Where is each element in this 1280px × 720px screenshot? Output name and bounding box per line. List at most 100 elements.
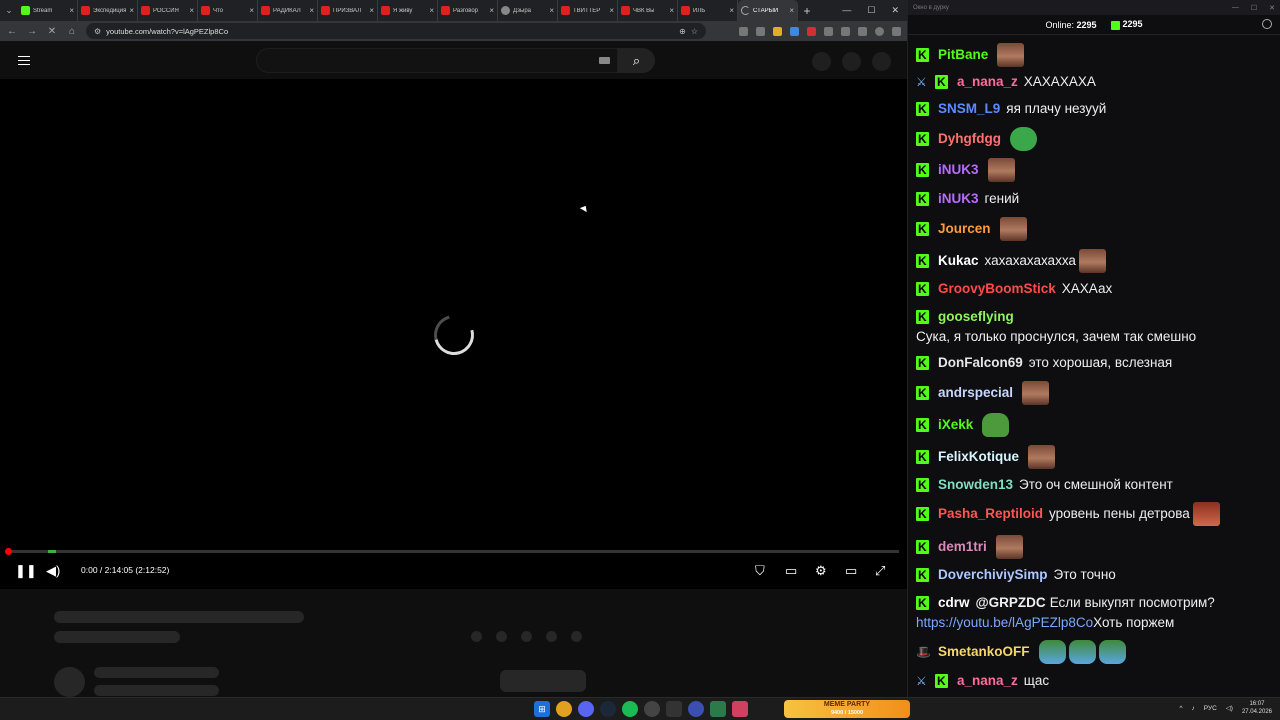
bookmark-star-icon[interactable]: ☆ bbox=[691, 27, 698, 36]
chat-username[interactable]: gooseflying bbox=[938, 307, 1014, 327]
sponsorblock-icon[interactable]: ⛉ bbox=[755, 562, 765, 580]
menu-icon[interactable] bbox=[18, 56, 30, 65]
discord-icon[interactable] bbox=[578, 701, 594, 717]
chat-username[interactable]: Dyhgfdgg bbox=[938, 129, 1001, 149]
video-player[interactable]: ❚❚ ◀) 0:00 / 2:14:05 (2:12:52) ⛉ ▭ ⚙ ▭ ⤢ bbox=[0, 79, 907, 589]
new-tab-button[interactable]: + bbox=[798, 4, 816, 18]
chat-username[interactable]: iXekk bbox=[938, 415, 973, 435]
maximize-icon[interactable]: ☐ bbox=[867, 5, 875, 16]
mic-icon[interactable]: ♪ bbox=[1192, 705, 1195, 712]
chat-username[interactable]: iNUK3 bbox=[938, 160, 979, 180]
app-icon[interactable] bbox=[732, 701, 748, 717]
minimize-icon[interactable]: — bbox=[842, 5, 851, 16]
create-button[interactable] bbox=[812, 52, 831, 71]
chat-settings-icon[interactable] bbox=[1262, 19, 1272, 29]
tab-close-icon[interactable]: × bbox=[69, 6, 74, 15]
chat-username[interactable]: a_nana_z bbox=[957, 72, 1018, 92]
minimize-icon[interactable]: — bbox=[1232, 4, 1239, 12]
chat-username[interactable]: Jourcen bbox=[938, 219, 991, 239]
settings-gear-icon[interactable]: ⚙ bbox=[815, 562, 827, 580]
tab-10[interactable]: ЧВК Вы × bbox=[618, 0, 678, 21]
app-icon[interactable] bbox=[710, 701, 726, 717]
chat-username[interactable]: cdrw bbox=[938, 593, 970, 613]
tab-7[interactable]: Разговор × bbox=[438, 0, 498, 21]
zoom-icon[interactable]: ⊕ bbox=[679, 27, 686, 36]
puzzle-icon[interactable] bbox=[824, 26, 833, 36]
obs-icon[interactable] bbox=[666, 701, 682, 717]
tab-8[interactable]: Дзыра × bbox=[498, 0, 558, 21]
extension-icon[interactable] bbox=[756, 26, 765, 36]
chat-username[interactable]: Pasha_Reptiloid bbox=[938, 504, 1043, 524]
tab-close-icon[interactable]: × bbox=[729, 6, 734, 15]
notifications-button[interactable] bbox=[842, 52, 861, 71]
close-icon[interactable]: ✕ bbox=[1269, 4, 1275, 12]
chrome-icon[interactable] bbox=[556, 701, 572, 717]
address-bar[interactable]: ⚙ youtube.com/watch?v=lAgPEZlp8Co ⊕ ☆ bbox=[86, 23, 706, 39]
steam-icon[interactable] bbox=[600, 701, 616, 717]
tab-close-icon[interactable]: × bbox=[369, 6, 374, 15]
tab-close-icon[interactable]: × bbox=[129, 6, 134, 15]
chat-username[interactable]: GroovyBoomStick bbox=[938, 279, 1056, 299]
tab-search-icon[interactable]: ⌄ bbox=[0, 0, 18, 21]
tab-5[interactable]: ПРИЗВАЛ × bbox=[318, 0, 378, 21]
extension-icon[interactable] bbox=[773, 26, 782, 36]
close-icon[interactable]: ✕ bbox=[891, 5, 899, 16]
search-button[interactable]: ⌕ bbox=[618, 48, 655, 73]
chat-username[interactable]: SmetankoOFF bbox=[938, 642, 1030, 662]
language-indicator[interactable]: РУС bbox=[1204, 705, 1217, 712]
chat-username[interactable]: DonFalcon69 bbox=[938, 353, 1023, 373]
tab-close-icon[interactable]: × bbox=[489, 6, 494, 15]
tab-close-icon[interactable]: × bbox=[249, 6, 254, 15]
tab-close-icon[interactable]: × bbox=[789, 6, 794, 15]
chat-username[interactable]: Snowden13 bbox=[938, 475, 1013, 495]
chat-username[interactable]: SNSM_L9 bbox=[938, 99, 1000, 119]
tab-close-icon[interactable]: × bbox=[309, 6, 314, 15]
extension-icon[interactable] bbox=[790, 26, 799, 36]
site-info-icon[interactable]: ⚙ bbox=[94, 27, 101, 36]
download-icon[interactable] bbox=[841, 26, 850, 36]
tab-4[interactable]: РАДИКАЛ × bbox=[258, 0, 318, 21]
chat-username[interactable]: DoverchiviySimp bbox=[938, 565, 1048, 585]
tab-12[interactable]: СТАРЫЙ × bbox=[738, 0, 798, 21]
volume-icon[interactable]: ◁) bbox=[1226, 704, 1233, 712]
progress-bar[interactable] bbox=[5, 548, 899, 555]
chat-link[interactable]: https://youtu.be/lAgPEZlp8Co bbox=[916, 613, 1093, 633]
chat-username[interactable]: andrspecial bbox=[938, 383, 1013, 403]
pause-button[interactable]: ❚❚ bbox=[15, 562, 37, 580]
extension-icon[interactable] bbox=[739, 26, 748, 36]
chat-username[interactable]: Kukac bbox=[938, 251, 979, 271]
tray-chevron-icon[interactable]: ^ bbox=[1179, 705, 1182, 712]
meme-party-widget[interactable]: MEME PARTY 9400 / 15000 bbox=[784, 700, 910, 718]
chat-username[interactable]: a_nana_z bbox=[957, 671, 1018, 691]
menu-dots-icon[interactable] bbox=[892, 26, 901, 36]
fullscreen-button[interactable]: ⤢ bbox=[875, 562, 885, 580]
forward-icon[interactable]: → bbox=[26, 26, 38, 37]
home-icon[interactable]: ⌂ bbox=[66, 26, 78, 37]
maximize-icon[interactable]: ☐ bbox=[1251, 4, 1257, 12]
tab-close-icon[interactable]: × bbox=[669, 6, 674, 15]
profile-icon[interactable] bbox=[875, 26, 884, 36]
tab-2[interactable]: РОССИЯ × bbox=[138, 0, 198, 21]
spotify-icon[interactable] bbox=[622, 701, 638, 717]
tab-close-icon[interactable]: × bbox=[549, 6, 554, 15]
theater-mode-button[interactable]: ▭ bbox=[845, 562, 857, 580]
volume-button[interactable]: ◀) bbox=[46, 562, 60, 580]
chat-message-list[interactable]: PitBane ⚔ a_nana_z ХАХАХАХА SNSM_L9 яя плачу … bbox=[916, 35, 1276, 695]
tab-9[interactable]: ТВИТТЕР × bbox=[558, 0, 618, 21]
tab-1[interactable]: Экспедиция × bbox=[78, 0, 138, 21]
chat-username[interactable]: FelixKotique bbox=[938, 447, 1019, 467]
tab-close-icon[interactable]: × bbox=[609, 6, 614, 15]
scrubber-handle[interactable] bbox=[5, 548, 12, 555]
back-icon[interactable]: ← bbox=[6, 26, 18, 37]
stop-loading-icon[interactable]: ✕ bbox=[46, 26, 58, 37]
extension-icon[interactable] bbox=[807, 26, 816, 36]
tab-6[interactable]: Я живу × bbox=[378, 0, 438, 21]
app-icon[interactable] bbox=[688, 701, 704, 717]
app-icon[interactable] bbox=[644, 701, 660, 717]
keyboard-icon[interactable] bbox=[599, 57, 610, 64]
chat-mention[interactable]: @GRPZDC bbox=[976, 593, 1046, 613]
avatar[interactable] bbox=[872, 52, 891, 71]
subtitles-button[interactable]: ▭ bbox=[785, 562, 797, 580]
tab-11[interactable]: ИЛЬ × bbox=[678, 0, 738, 21]
start-windows-icon[interactable]: ⊞ bbox=[534, 701, 550, 717]
